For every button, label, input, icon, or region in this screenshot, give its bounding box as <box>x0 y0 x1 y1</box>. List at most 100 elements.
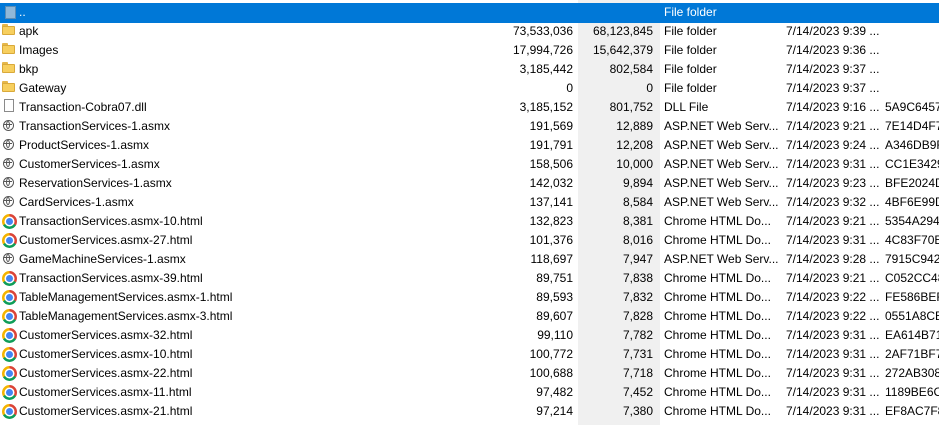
file-type: Chrome HTML Do... <box>664 271 771 285</box>
file-name: TransactionServices-1.asmx <box>19 119 170 133</box>
file-type: ASP.NET Web Serv... <box>664 157 779 171</box>
file-row[interactable]: apk 73,533,036 68,123,845 File folder 7/14/2… <box>0 22 939 41</box>
modified-date: 7/14/2023 9:28 ... <box>786 252 880 266</box>
modified-date: 7/14/2023 9:22 ... <box>786 290 880 304</box>
file-row[interactable]: CustomerServices.asmx-21.html 97,214 7,380… <box>0 402 939 421</box>
parent-folder-row[interactable]: .. File folder <box>0 3 939 23</box>
file-name: CustomerServices.asmx-22.html <box>19 366 193 380</box>
modified-date <box>786 3 880 22</box>
file-row[interactable]: Images 17,994,726 15,642,379 File folder 7/1… <box>0 41 939 60</box>
packed-size: 8,584 <box>622 195 653 209</box>
file-size: 89,751 <box>536 271 573 285</box>
file-row[interactable]: GameMachineServices-1.asmx 118,697 7,947 AS… <box>0 250 939 269</box>
file-row[interactable]: bkp 3,185,442 802,584 File folder 7/14/2023 … <box>0 60 939 79</box>
file-name: CustomerServices.asmx-21.html <box>19 404 193 418</box>
packed-size: 8,016 <box>622 233 653 247</box>
file-row[interactable]: ProductServices-1.asmx 191,791 12,208 ASP.N… <box>0 136 939 155</box>
crc-value <box>885 22 939 41</box>
modified-date: 7/14/2023 9:31 ... <box>786 404 880 418</box>
crc-value <box>885 60 939 79</box>
file-size: 97,482 <box>536 385 573 399</box>
chrome-html-icon <box>1 231 17 250</box>
packed-size: 7,828 <box>622 309 653 323</box>
file-row[interactable]: CardServices-1.asmx 137,141 8,584 ASP.NET W… <box>0 193 939 212</box>
file-row[interactable]: Gateway 0 0 File folder 7/14/2023 9:37 ... <box>0 79 939 98</box>
chrome-html-icon <box>1 307 17 326</box>
file-name: CustomerServices-1.asmx <box>19 157 160 171</box>
packed-size: 802,584 <box>609 62 653 76</box>
file-type: Chrome HTML Do... <box>664 347 771 361</box>
packed-size: 9,894 <box>622 176 653 190</box>
file-row[interactable]: CustomerServices.asmx-10.html 100,772 7,73… <box>0 345 939 364</box>
packed-size: 7,832 <box>622 290 653 304</box>
file-type: DLL File <box>664 100 709 114</box>
packed-size: 7,731 <box>622 347 653 361</box>
crc-value: 0551A8CE <box>885 309 939 323</box>
file-size: 132,823 <box>529 214 573 228</box>
packed-size: 68,123,845 <box>592 24 653 38</box>
chrome-html-icon <box>1 383 17 402</box>
file-size: 17,994,726 <box>512 43 573 57</box>
folder-icon <box>1 79 17 98</box>
file-type: Chrome HTML Do... <box>664 233 771 247</box>
file-list[interactable]: .. File folder apk 73,533,036 68,123,845 File… <box>0 0 939 425</box>
file-row[interactable]: TableManagementServices.asmx-3.html 89,60… <box>0 307 939 326</box>
file-row[interactable]: Transaction-Cobra07.dll 3,185,152 801,752 D… <box>0 98 939 117</box>
file-size: 3,185,152 <box>519 100 573 114</box>
crc-value: EA614B71 <box>885 328 939 342</box>
file-row[interactable]: TableManagementServices.asmx-1.html 89,59… <box>0 288 939 307</box>
file-type: File folder <box>664 62 717 76</box>
file-size <box>440 3 573 22</box>
modified-date: 7/14/2023 9:23 ... <box>786 176 880 190</box>
file-name: TableManagementServices.asmx-3.html <box>19 309 233 323</box>
file-type: ASP.NET Web Serv... <box>664 176 779 190</box>
file-type: Chrome HTML Do... <box>664 366 771 380</box>
packed-size: 7,452 <box>622 385 653 399</box>
modified-date: 7/14/2023 9:24 ... <box>786 138 880 152</box>
file-row[interactable]: CustomerServices.asmx-11.html 97,482 7,452… <box>0 383 939 402</box>
file-name: Images <box>19 43 59 57</box>
web-service-icon <box>1 117 17 136</box>
modified-date: 7/14/2023 9:31 ... <box>786 233 880 247</box>
packed-size: 10,000 <box>616 157 653 171</box>
packed-size: 7,380 <box>622 404 653 418</box>
file-row[interactable]: TransactionServices-1.asmx 191,569 12,889 A… <box>0 117 939 136</box>
file-row[interactable]: TransactionServices.asmx-10.html 132,823 8… <box>0 212 939 231</box>
file-name: apk <box>19 24 39 38</box>
chrome-html-icon <box>1 269 17 288</box>
file-row[interactable]: CustomerServices.asmx-27.html 101,376 8,01… <box>0 231 939 250</box>
packed-size: 7,947 <box>622 252 653 266</box>
file-name: CardServices-1.asmx <box>19 195 134 209</box>
file-size: 0 <box>566 81 573 95</box>
folder-icon <box>1 60 17 79</box>
file-row[interactable]: TransactionServices.asmx-39.html 89,751 7,… <box>0 269 939 288</box>
web-service-icon <box>1 155 17 174</box>
file-name: TableManagementServices.asmx-1.html <box>19 290 233 304</box>
modified-date: 7/14/2023 9:37 ... <box>786 62 880 76</box>
file-type: ASP.NET Web Serv... <box>664 138 779 152</box>
file-size: 101,376 <box>529 233 573 247</box>
packed-size: 8,381 <box>622 214 653 228</box>
file-size: 142,032 <box>529 176 573 190</box>
crc-value: BFE2024D <box>885 176 939 190</box>
crc-value: FE586BEF <box>885 290 939 304</box>
file-row[interactable]: ReservationServices-1.asmx 142,032 9,894 AS… <box>0 174 939 193</box>
file-type: Chrome HTML Do... <box>664 290 771 304</box>
file-name: bkp <box>19 62 39 76</box>
file-row[interactable]: CustomerServices.asmx-22.html 100,688 7,71… <box>0 364 939 383</box>
crc-value: CC1E3429 <box>885 157 939 171</box>
modified-date: 7/14/2023 9:37 ... <box>786 81 880 95</box>
file-row[interactable]: CustomerServices.asmx-32.html 99,110 7,782… <box>0 326 939 345</box>
packed-size <box>580 3 653 22</box>
file-name: Gateway <box>19 81 67 95</box>
file-type: File folder <box>664 43 717 57</box>
modified-date: 7/14/2023 9:21 ... <box>786 119 880 133</box>
crc-value: 2AF71BF7 <box>885 347 939 361</box>
modified-date: 7/14/2023 9:21 ... <box>786 271 880 285</box>
file-size: 191,569 <box>529 119 573 133</box>
file-name: ProductServices-1.asmx <box>19 138 150 152</box>
file-size: 99,110 <box>537 328 573 342</box>
crc-value: 1189BE6C <box>885 385 939 399</box>
file-name: GameMachineServices-1.asmx <box>19 252 186 266</box>
file-row[interactable]: CustomerServices-1.asmx 158,506 10,000 ASP.… <box>0 155 939 174</box>
